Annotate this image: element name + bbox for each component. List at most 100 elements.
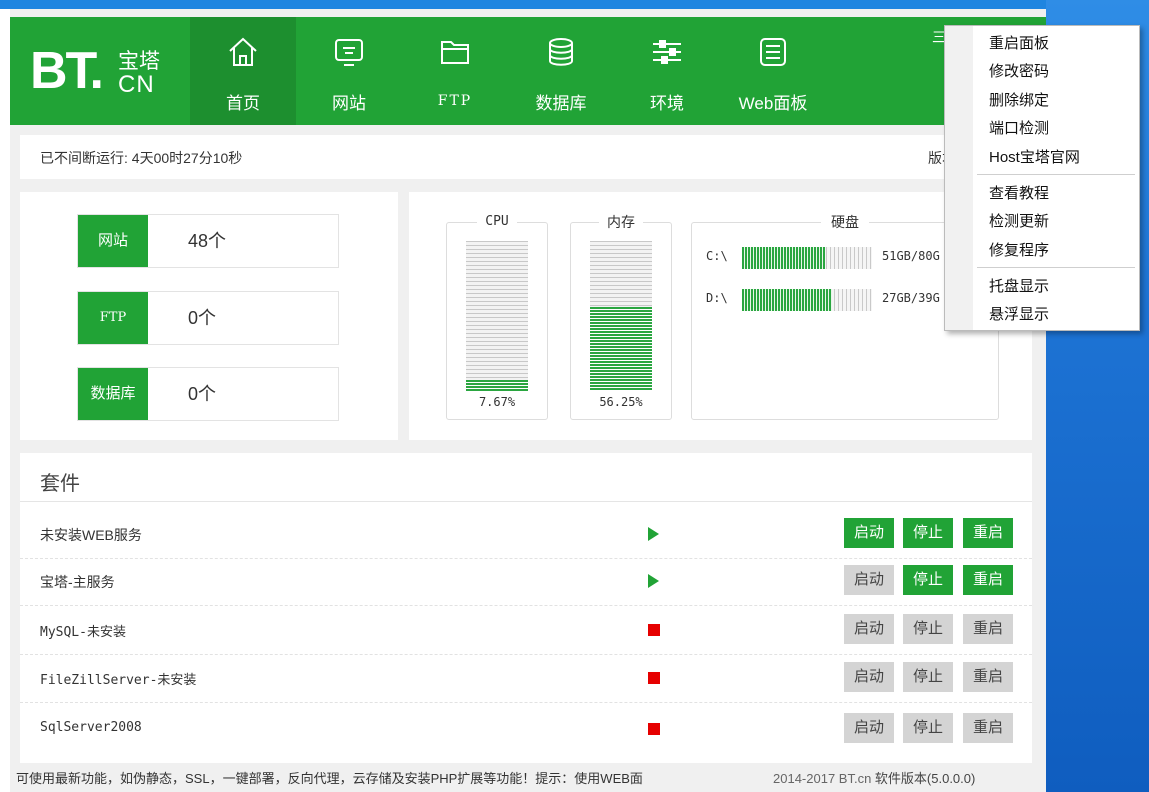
footer-version: 软件版本(5.0.0.0) [874,771,976,786]
stop-button[interactable]: 停止 [903,713,953,743]
cpu-percent: 7.67% [478,395,516,409]
nav-ftp[interactable]: FTP [402,17,508,125]
nav-database-label: 数据库 [535,94,587,113]
menu-item-port-check[interactable]: 端口检测 [989,117,1049,138]
start-button[interactable]: 启动 [844,662,894,692]
restart-button[interactable]: 重启 [963,713,1013,743]
database-icon [549,38,573,66]
stat-website-label: 网站 [78,215,148,267]
stop-button[interactable]: 停止 [903,614,953,644]
service-name: SqlServer2008 [40,720,142,735]
memory-title: 内存 [599,214,643,230]
uptime-text: 已不间断运行: 4天00时27分10秒 [40,150,243,166]
memory-bar [590,241,652,391]
stat-ftp[interactable]: FTP 0个 [77,291,339,345]
suite-title: 套件 [40,473,80,495]
service-name: FileZillServer-未安装 [40,673,197,688]
cpu-bar [466,241,528,391]
stat-database-value: 0个 [188,384,217,404]
stop-button[interactable]: 停止 [903,662,953,692]
home-icon [229,37,257,66]
footer-copyright: 2014-2017 BT.cn [773,771,872,786]
service-row: FileZillServer-未安装 启动 停止 重启 [20,654,1032,703]
start-button[interactable]: 启动 [844,713,894,743]
drive-c-bar [742,247,872,269]
stat-database-label: 数据库 [78,368,148,420]
service-name: 宝塔-主服务 [40,574,115,590]
nav-web-panel-label: Web面板 [738,94,808,113]
sliders-icon [653,40,681,64]
menu-item-check-update[interactable]: 检测更新 [989,210,1049,231]
memory-meter: 内存 56.25% [570,214,672,420]
nav-website[interactable]: 网站 [296,17,402,125]
menu-item-restart-panel[interactable]: 重启面板 [989,32,1049,53]
folder-icon [441,41,469,64]
stat-database[interactable]: 数据库 0个 [77,367,339,421]
cpu-title: CPU [477,214,517,229]
start-button[interactable]: 启动 [844,518,894,548]
service-row: 宝塔-主服务 启动 停止 重启 [20,557,1032,606]
menu-item-change-password[interactable]: 修改密码 [989,60,1049,81]
drive-d-name: D:\ [706,291,728,305]
stat-website[interactable]: 网站 48个 [77,214,339,268]
start-button[interactable]: 启动 [844,614,894,644]
menu-item-official-site[interactable]: Host宝塔官网 [989,146,1080,167]
memory-percent: 56.25% [599,395,643,409]
stats-panel: 网站 48个 FTP 0个 数据库 0个 [20,192,398,440]
stopped-status-icon [648,723,660,735]
service-name: 未安装WEB服务 [40,527,142,543]
stat-ftp-value: 0个 [188,308,217,328]
stat-ftp-label: FTP [78,292,148,344]
footer-info: 2014-2017 BT.cn 软件版本(5.0.0.0) [773,768,975,787]
menu-item-tray-display[interactable]: 托盘显示 [989,275,1049,296]
nav-database[interactable]: 数据库 [508,17,614,125]
header-bar: BT. 宝塔 CN 首页 网站 FTP 数据库 环境 Web面板 三 [10,17,1046,125]
service-row: MySQL-未安装 启动 停止 重启 [20,606,1032,655]
menu-item-tutorial[interactable]: 查看教程 [989,182,1049,203]
service-row: 未安装WEB服务 启动 停止 重启 [20,510,1032,559]
service-row: SqlServer2008 启动 停止 重启 [20,705,1032,753]
bt-panel-window: BT. 宝塔 CN 首页 网站 FTP 数据库 环境 Web面板 三 已不间断运… [10,9,1046,792]
logo-domain-text: CN [118,71,155,98]
nav-home[interactable]: 首页 [190,17,296,125]
running-status-icon [648,574,659,588]
stop-button[interactable]: 停止 [903,518,953,548]
drive-d-bar [742,289,872,311]
memory-bar-fill [590,306,652,391]
list-icon [760,38,786,66]
stop-button[interactable]: 停止 [903,565,953,595]
footer-tip: 可使用最新功能，如伪静态，SSL，一键部署，反向代理，云存储及安装PHP扩展等功… [16,771,643,786]
nav-ftp-label: FTP [437,93,473,109]
cpu-bar-fill [466,379,528,391]
uptime-bar: 已不间断运行: 4天00时27分10秒 版本 [20,135,1032,179]
nav-environment[interactable]: 环境 [614,17,720,125]
restart-button[interactable]: 重启 [963,565,1013,595]
suite-divider [20,501,1032,502]
context-menu-gutter [945,26,973,330]
nav-website-label: 网站 [332,94,366,113]
stat-website-value: 48个 [188,231,227,251]
suite-panel: 套件 未安装WEB服务 启动 停止 重启 宝塔-主服务 启动 停止 重启 MyS… [20,453,1032,763]
monitor-panel: CPU 7.67% 内存 56.25% 硬盘 C:\ 51GB/80G D:\ [409,192,1032,440]
restart-button[interactable]: 重启 [963,518,1013,548]
bt-logo: BT. 宝塔 CN [30,41,180,101]
stopped-status-icon [648,624,660,636]
drive-d-bar-fill [742,289,832,311]
nav-web-panel[interactable]: Web面板 [720,17,826,125]
start-button[interactable]: 启动 [844,565,894,595]
stopped-status-icon [648,672,660,684]
logo-text: BT. [30,42,104,100]
disk-title: 硬盘 [821,214,869,230]
cpu-meter: CPU 7.67% [446,214,548,420]
restart-button[interactable]: 重启 [963,614,1013,644]
menu-item-float-display[interactable]: 悬浮显示 [989,303,1049,324]
drive-c-size: 51GB/80G [882,249,940,263]
main-nav: 首页 网站 FTP 数据库 环境 Web面板 [190,17,826,125]
window-top-edge [0,0,1046,9]
menu-item-repair[interactable]: 修复程序 [989,239,1049,260]
menu-item-remove-binding[interactable]: 删除绑定 [989,89,1049,110]
service-name: MySQL-未安装 [40,625,126,640]
restart-button[interactable]: 重启 [963,662,1013,692]
drive-c-name: C:\ [706,249,728,263]
menu-separator [977,174,1135,175]
